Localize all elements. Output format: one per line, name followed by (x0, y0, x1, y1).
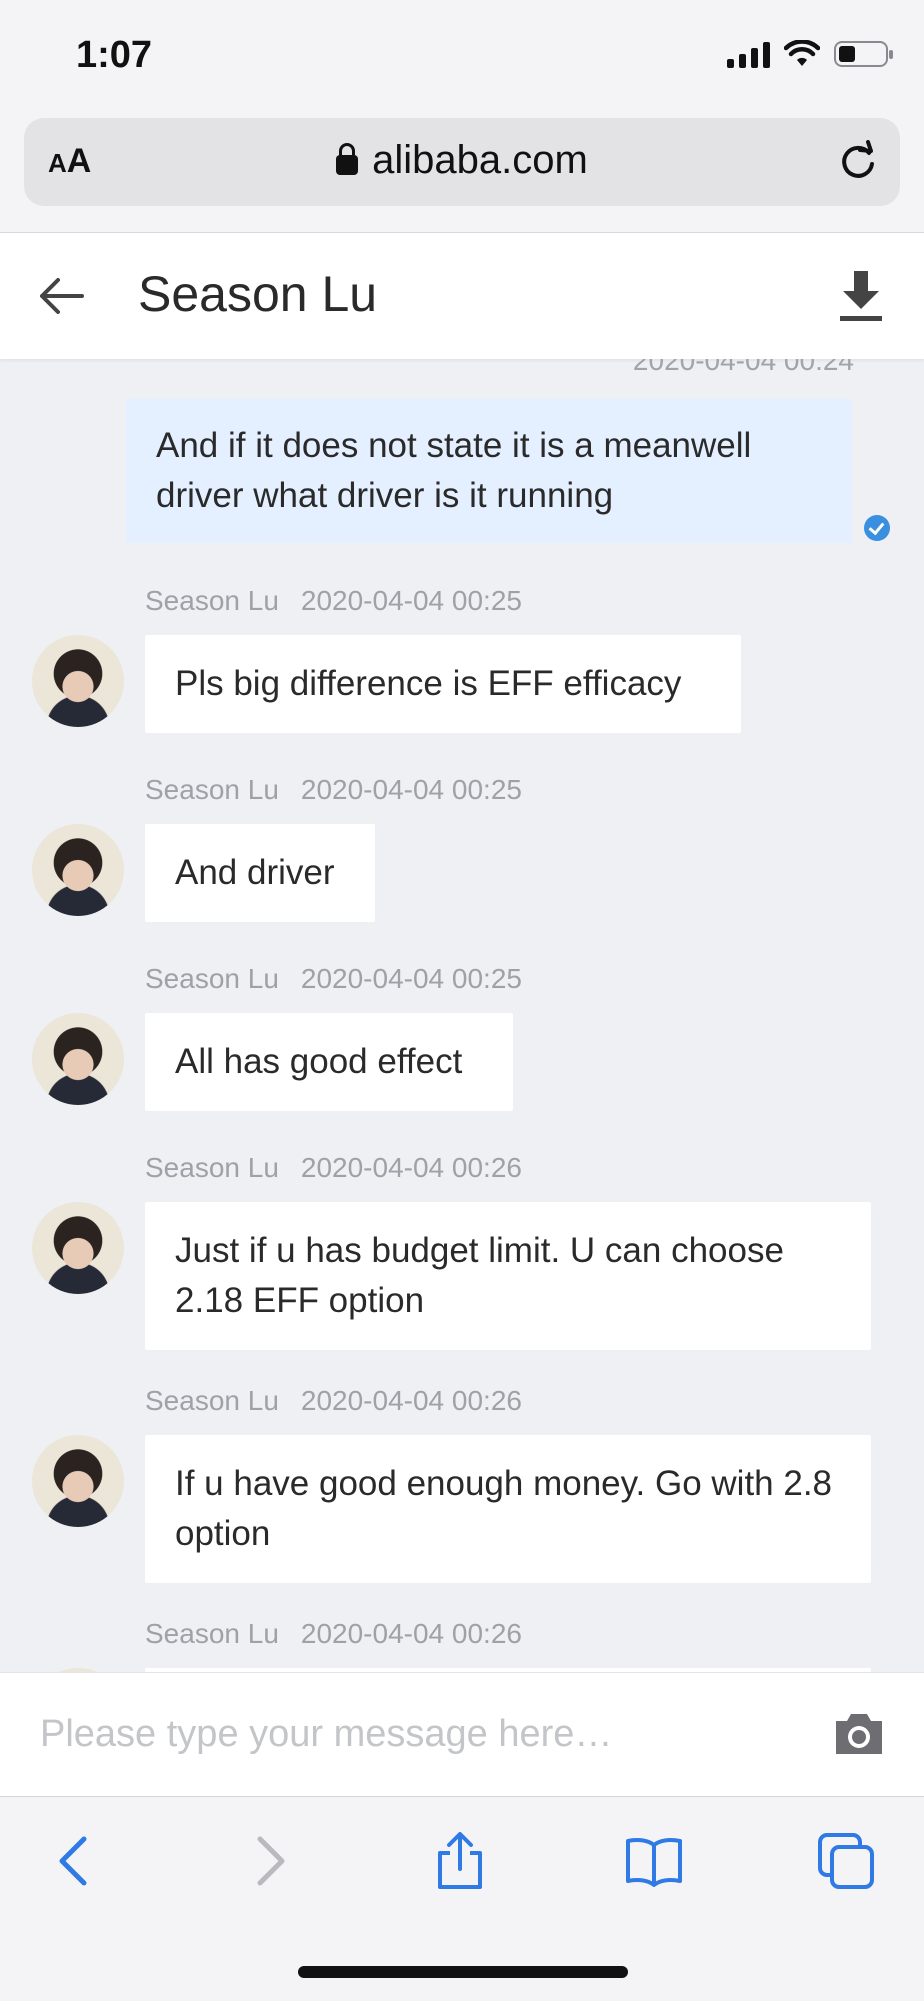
read-check-icon (864, 515, 890, 541)
sender-name: Season Lu (145, 963, 279, 994)
message-time: 2020-04-04 00:25 (300, 774, 522, 805)
download-icon[interactable] (836, 269, 886, 323)
browser-forward-icon[interactable] (238, 1831, 298, 1891)
status-time: 1:07 (76, 34, 153, 76)
avatar[interactable] (32, 1202, 124, 1294)
share-icon[interactable] (430, 1831, 490, 1891)
sent-message-bubble[interactable]: And if it does not state it is a meanwel… (126, 399, 852, 543)
message-meta: Season Lu 2020-04-04 00:26 (145, 1385, 522, 1417)
url-display[interactable]: alibaba.com (24, 138, 900, 183)
camera-icon[interactable] (832, 1711, 886, 1757)
status-bar: 1:07 (0, 0, 924, 112)
avatar[interactable] (32, 1013, 124, 1105)
back-arrow-icon[interactable] (36, 271, 86, 321)
message-meta: Season Lu 2020-04-04 00:25 (145, 963, 522, 995)
message-time: 2020-04-04 00:26 (300, 1618, 522, 1649)
sender-name: Season Lu (145, 585, 279, 616)
received-message-bubble[interactable]: If u have good enough money. Go with 2.8… (145, 1435, 871, 1583)
chat-title: Season Lu (138, 266, 378, 322)
received-message-bubble[interactable]: And driver (145, 824, 375, 922)
avatar[interactable] (32, 635, 124, 727)
battery-icon (834, 41, 893, 67)
status-icons (727, 40, 893, 68)
sender-name: Season Lu (145, 1385, 279, 1416)
sender-name: Season Lu (145, 1618, 279, 1649)
lock-icon (336, 143, 359, 175)
avatar[interactable] (32, 824, 124, 916)
cellular-signal-icon (727, 40, 770, 68)
message-meta: Season Lu 2020-04-04 00:25 (145, 774, 522, 806)
chat-header: Season Lu (0, 233, 924, 359)
received-message-bubble[interactable]: Pls big difference is EFF efficacy (145, 635, 741, 733)
message-meta: Season Lu 2020-04-04 00:26 (145, 1152, 522, 1184)
message-timestamp: 2020-04-04 00:24 (632, 359, 854, 376)
bookmarks-icon[interactable] (624, 1831, 684, 1891)
address-bar[interactable]: AA alibaba.com (24, 118, 900, 206)
message-list[interactable]: 2020-04-04 00:24 And if it does not stat… (0, 359, 924, 1672)
reload-icon[interactable] (836, 140, 880, 184)
url-text: alibaba.com (372, 138, 588, 182)
message-time: 2020-04-04 00:26 (300, 1385, 522, 1416)
message-meta: Season Lu 2020-04-04 00:25 (145, 585, 522, 617)
message-input[interactable] (38, 1703, 802, 1765)
message-time: 2020-04-04 00:25 (300, 963, 522, 994)
sender-name: Season Lu (145, 1152, 279, 1183)
browser-address-area: AA alibaba.com (0, 112, 924, 233)
message-meta: Season Lu 2020-04-04 00:26 (145, 1618, 522, 1650)
browser-back-icon[interactable] (46, 1831, 106, 1891)
message-time: 2020-04-04 00:26 (300, 1152, 522, 1183)
received-message-bubble[interactable]: All has good effect (145, 1013, 513, 1111)
message-time: 2020-04-04 00:25 (300, 585, 522, 616)
received-message-bubble[interactable]: Just if u has budget limit. U can choose… (145, 1202, 871, 1350)
wifi-icon (784, 40, 820, 66)
message-input-bar (0, 1672, 924, 1797)
home-indicator[interactable] (298, 1966, 628, 1978)
sender-name: Season Lu (145, 774, 279, 805)
tabs-icon[interactable] (816, 1831, 876, 1891)
avatar[interactable] (32, 1435, 124, 1527)
